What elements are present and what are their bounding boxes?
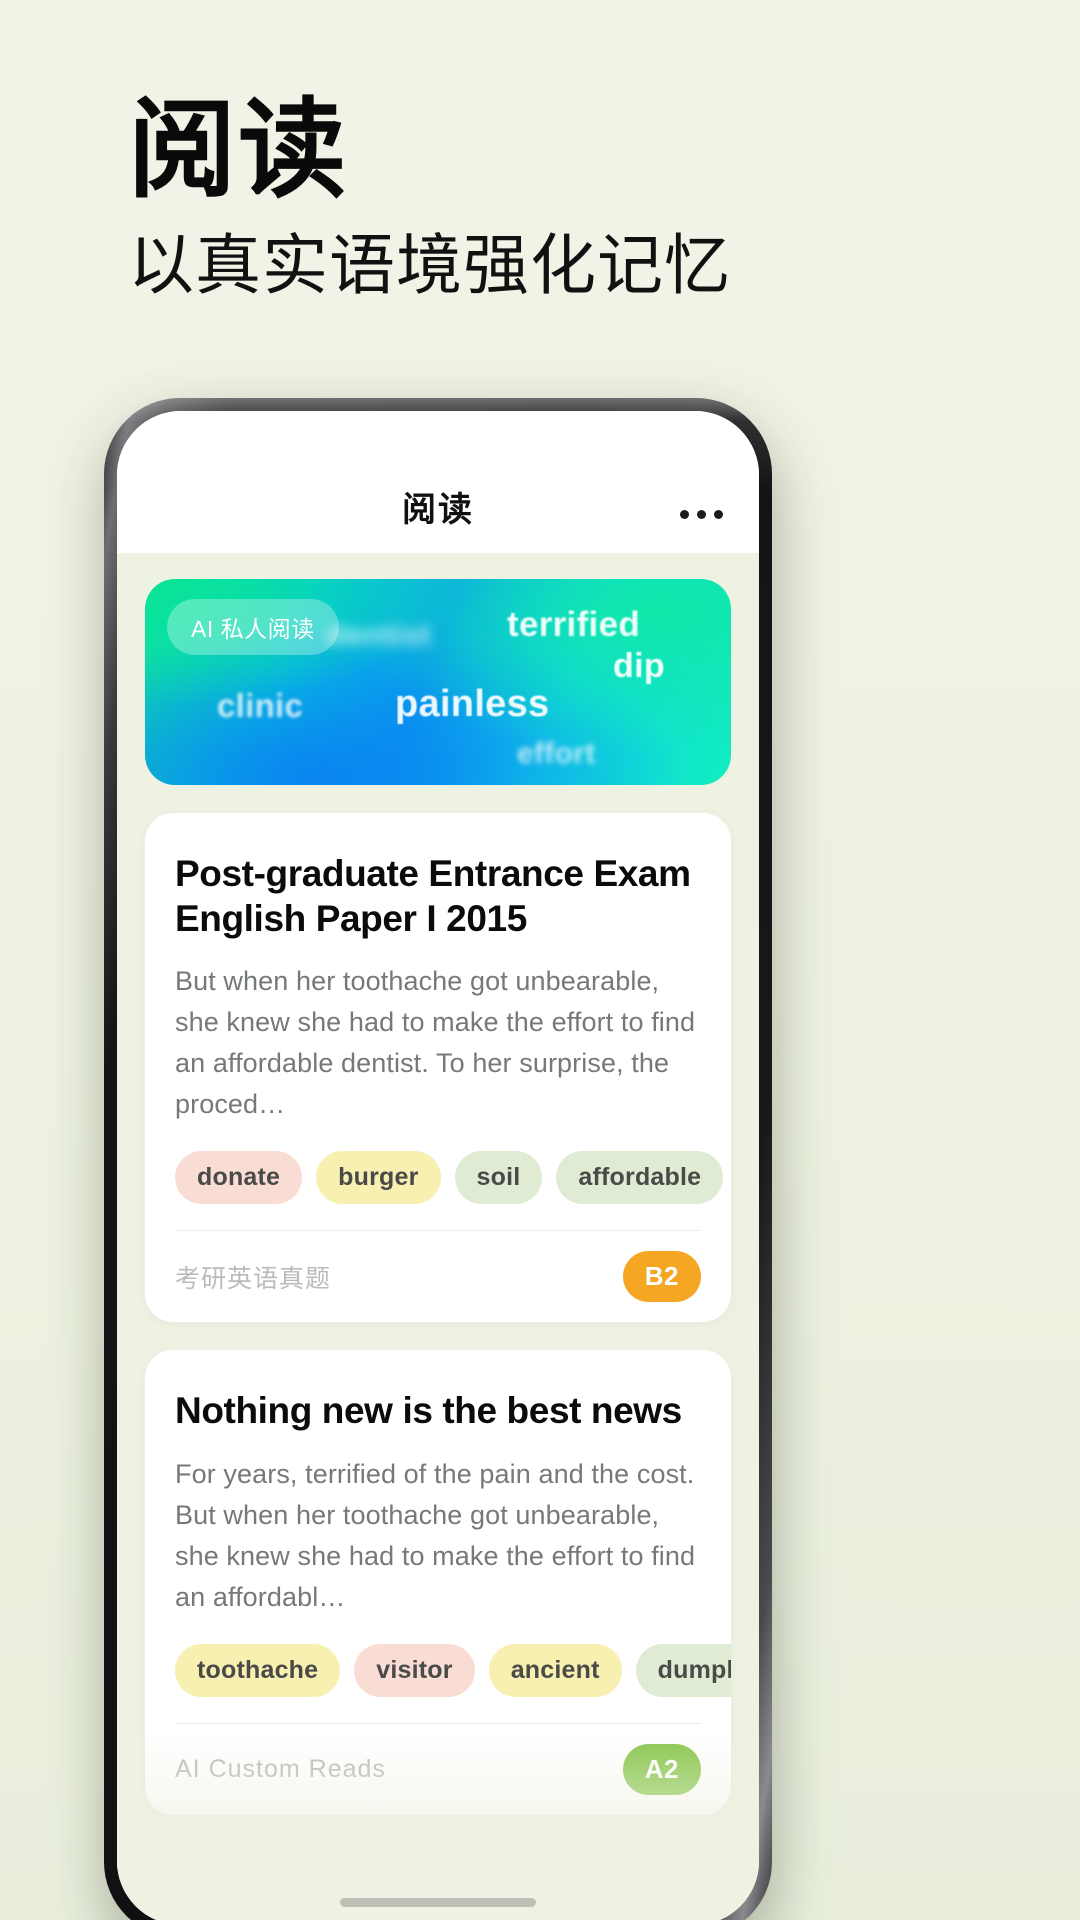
vocabulary-chip[interactable]: affordable [556, 1151, 724, 1205]
home-indicator [340, 1898, 536, 1907]
hero-subtitle: 以真实语境强化记忆 [128, 229, 731, 303]
floating-word-effort: effort [517, 737, 596, 770]
level-badge: A2 [622, 1743, 701, 1795]
marketing-page: 阅读 以真实语境强化记忆 阅读 AI 私人阅读 dentist terrifie… [0, 0, 1080, 1920]
article-excerpt: For years, terrified of the pain and the… [175, 1458, 696, 1612]
phone-screen: 阅读 AI 私人阅读 dentist terrified clinic pain… [117, 411, 759, 1920]
vocabulary-chip[interactable]: toothache [175, 1643, 341, 1697]
more-dot-2 [697, 510, 706, 519]
phone-mockup: 阅读 AI 私人阅读 dentist terrified clinic pain… [104, 398, 772, 1920]
more-dot-1 [680, 510, 689, 519]
more-options-icon[interactable] [678, 504, 725, 525]
article-card[interactable]: Nothing new is the best news For years, … [145, 1350, 731, 1815]
article-source: 考研英语真题 [175, 1264, 332, 1293]
floating-word-painless: painless [395, 683, 550, 725]
article-footer: 考研英语真题 B2 [175, 1230, 701, 1322]
floating-word-terrified: terrified [507, 605, 641, 644]
article-title: Post-graduate Entrance Exam English Pape… [175, 853, 691, 940]
vocabulary-chip[interactable]: ancient [488, 1643, 622, 1697]
app-screen: 阅读 AI 私人阅读 dentist terrified clinic pain… [117, 411, 759, 1920]
floating-word-dentist: dentist [327, 617, 431, 652]
ai-badge: AI 私人阅读 [167, 599, 339, 655]
article-excerpt: But when her toothache got unbearable, s… [175, 966, 696, 1120]
vocabulary-chip-list[interactable]: donate burger soil affordable Halloween [175, 1151, 724, 1205]
vocabulary-chip[interactable]: soil [454, 1151, 543, 1205]
app-header: 阅读 [117, 411, 759, 553]
vocabulary-chip[interactable]: burger [316, 1151, 441, 1205]
content-scroll-area[interactable]: AI 私人阅读 dentist terrified clinic painles… [117, 553, 759, 1920]
article-card[interactable]: Post-graduate Entrance Exam English Pape… [145, 813, 731, 1323]
hero-block: 阅读 以真实语境强化记忆 [128, 92, 988, 307]
more-dot-3 [714, 510, 723, 519]
ai-reading-banner[interactable]: AI 私人阅读 dentist terrified clinic painles… [145, 579, 731, 785]
phone-frame: 阅读 AI 私人阅读 dentist terrified clinic pain… [104, 398, 772, 1920]
level-badge: B2 [622, 1251, 701, 1303]
article-footer: AI Custom Reads A2 [175, 1722, 701, 1815]
article-title: Nothing new is the best news [175, 1390, 682, 1432]
vocabulary-chip[interactable]: dumpling [635, 1643, 731, 1697]
floating-word-dip: dip [613, 647, 665, 685]
vocabulary-chip[interactable]: visitor [354, 1643, 475, 1697]
article-source: AI Custom Reads [175, 1754, 386, 1783]
vocabulary-chip[interactable]: donate [175, 1151, 303, 1205]
page-title: 阅读 [402, 491, 474, 529]
floating-word-clinic: clinic [217, 687, 304, 724]
hero-title: 阅读 [128, 92, 349, 211]
vocabulary-chip-list[interactable]: toothache visitor ancient dumpling [175, 1643, 731, 1697]
